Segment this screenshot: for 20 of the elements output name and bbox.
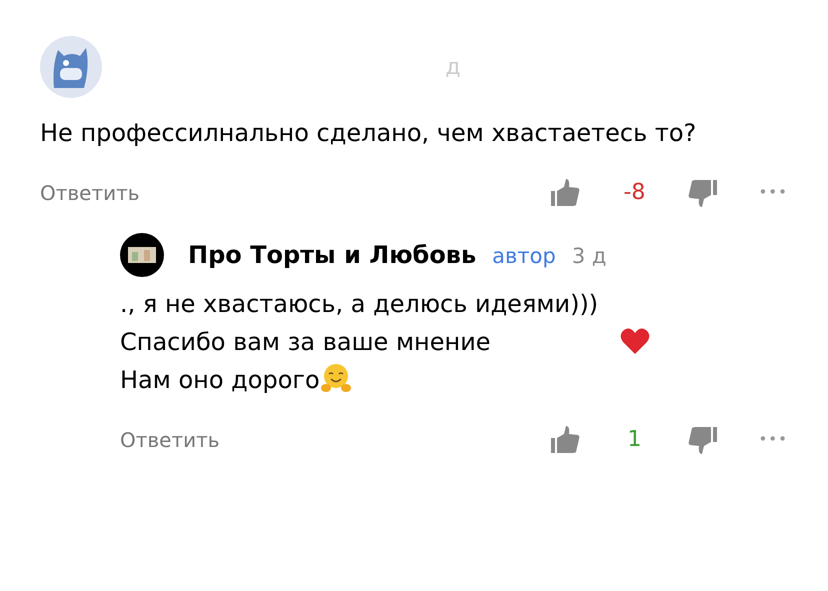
comment-text: Не профессилнально сделано, чем хвастаетесь то? bbox=[40, 118, 698, 149]
thumbs-down-icon[interactable] bbox=[688, 178, 718, 208]
heart-icon bbox=[620, 327, 650, 355]
reply-link[interactable]: Ответить bbox=[120, 424, 220, 454]
reply-link[interactable]: Ответить bbox=[40, 178, 140, 208]
thumbs-down-icon[interactable] bbox=[688, 424, 718, 454]
reply-time: 3 д bbox=[572, 243, 606, 270]
reply-text: Нам оно дорого bbox=[120, 366, 320, 394]
more-button[interactable]: ••• bbox=[758, 428, 788, 451]
vote-score: -8 bbox=[622, 179, 646, 207]
author-label: автор bbox=[492, 243, 556, 270]
thumbs-up-icon[interactable] bbox=[550, 178, 580, 208]
thumbs-up-icon[interactable] bbox=[550, 424, 580, 454]
more-button[interactable]: ••• bbox=[758, 181, 788, 204]
author-name[interactable]: Про Торты и Любовь bbox=[188, 237, 476, 273]
author-avatar-icon bbox=[120, 233, 164, 277]
reply-text: ., я не хвастаюсь, а делюсь идеями))) Спасибо вам за ваше мнение bbox=[120, 289, 600, 358]
cat-avatar-icon bbox=[40, 36, 102, 98]
vote-score: 1 bbox=[626, 426, 642, 454]
hugging-face-icon bbox=[320, 362, 352, 394]
